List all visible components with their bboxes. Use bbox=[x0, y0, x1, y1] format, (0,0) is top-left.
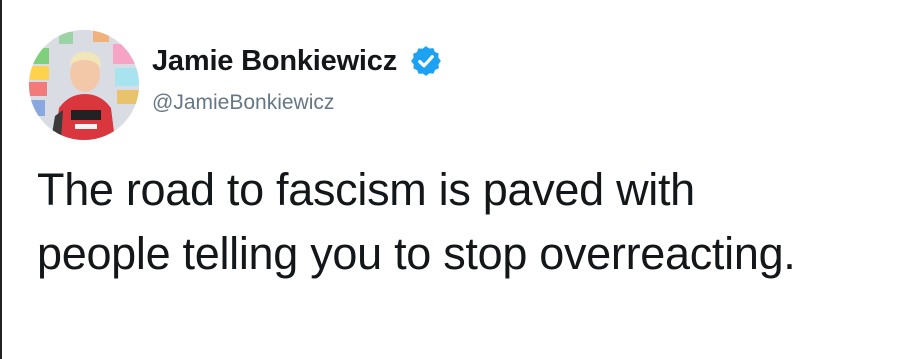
author-handle[interactable]: @JamieBonkiewicz bbox=[152, 91, 334, 115]
verified-badge-icon bbox=[409, 44, 443, 78]
author-display-name[interactable]: Jamie Bonkiewicz bbox=[152, 45, 397, 78]
profile-photo-icon bbox=[29, 30, 139, 140]
tweet-text-line: people telling you to stop overreacting. bbox=[37, 228, 796, 279]
tweet-card: Jamie Bonkiewicz @JamieBonkiewicz The ro… bbox=[0, 0, 911, 359]
author-name-row: Jamie Bonkiewicz bbox=[152, 44, 443, 78]
tweet-text: The road to fascism is paved with people… bbox=[37, 158, 907, 286]
avatar[interactable] bbox=[29, 30, 139, 140]
tweet-text-line: The road to fascism is paved with bbox=[37, 164, 695, 215]
